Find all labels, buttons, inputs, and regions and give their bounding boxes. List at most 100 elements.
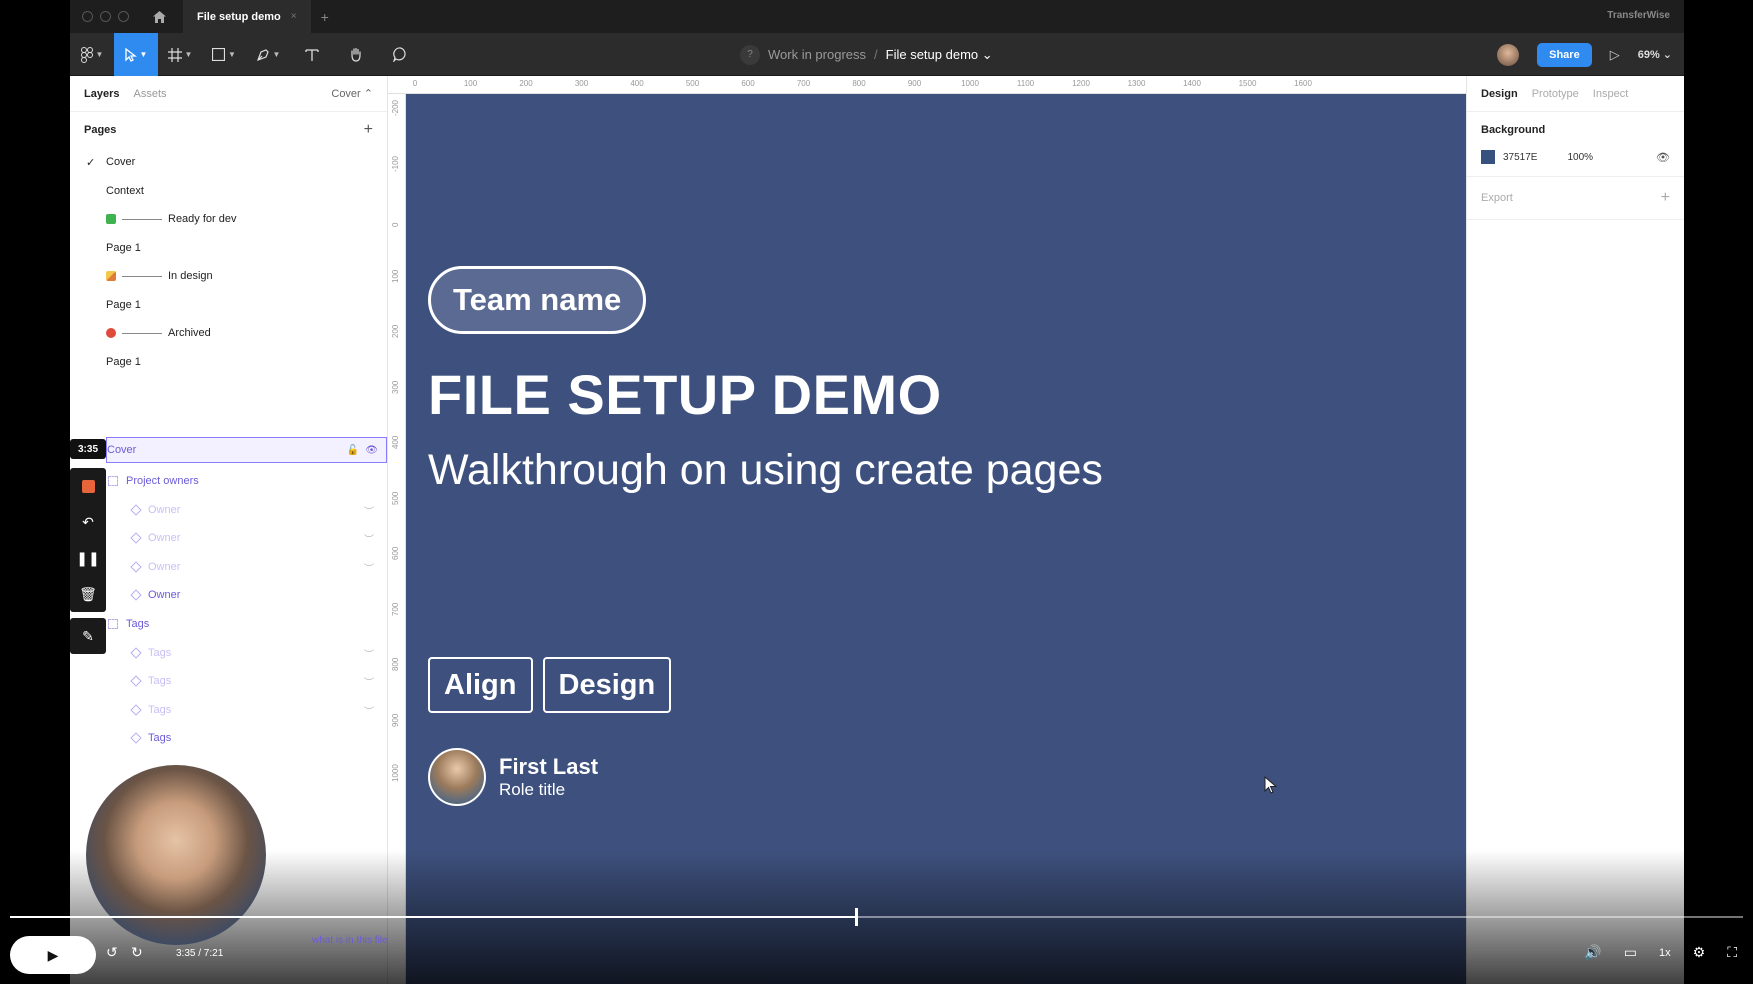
- user-avatar[interactable]: [1497, 43, 1520, 66]
- tag-design[interactable]: Design: [542, 657, 672, 713]
- fullscreen-icon[interactable]: ⛶: [1727, 944, 1737, 961]
- stop-recording-button[interactable]: [70, 468, 106, 504]
- layer-label: Owner: [148, 532, 181, 544]
- layer-item-tags[interactable]: Tags ︶: [70, 639, 388, 667]
- move-tool-button[interactable]: ▼: [114, 33, 158, 76]
- page-selector[interactable]: Cover ⌃: [331, 87, 373, 100]
- main-menu-button[interactable]: ▼: [70, 33, 114, 76]
- present-play-icon[interactable]: ▷: [1610, 47, 1620, 63]
- project-avatar: ?: [740, 44, 760, 65]
- presenter-webcam-bubble[interactable]: [86, 765, 266, 945]
- lock-icon[interactable]: 🔓: [347, 445, 359, 456]
- layer-item-tags[interactable]: Tags: [70, 610, 388, 638]
- video-progress-bar[interactable]: [10, 908, 1743, 926]
- page-item-archived[interactable]: Archived: [70, 319, 387, 348]
- page-item-in-design[interactable]: In design: [70, 262, 387, 291]
- share-button[interactable]: Share: [1537, 42, 1592, 67]
- add-page-icon[interactable]: +: [364, 121, 373, 139]
- ruler-tick-label: 900: [907, 79, 922, 88]
- page-label: Ready for dev: [168, 213, 237, 226]
- video-play-button[interactable]: ▶: [10, 936, 96, 974]
- design-canvas[interactable]: 0 100 200 300 400 500 600 700 800 900 1000 1100 1200…: [388, 76, 1466, 984]
- tab-design[interactable]: Design: [1481, 88, 1518, 100]
- home-icon[interactable]: [151, 9, 167, 25]
- cover-title[interactable]: FILE SETUP DEMO: [428, 362, 942, 427]
- rectangle-icon: [212, 48, 226, 61]
- page-item-page-1[interactable]: Page 1: [70, 348, 387, 377]
- close-tab-icon[interactable]: ×: [291, 11, 297, 22]
- instance-icon: [130, 532, 142, 544]
- mouse-cursor-icon: [1264, 775, 1278, 799]
- page-item-context[interactable]: Context: [70, 177, 387, 206]
- hidden-eye-icon[interactable]: ︶: [364, 646, 374, 661]
- hidden-eye-icon[interactable]: ︶: [364, 503, 374, 518]
- rewind-icon[interactable]: ↺: [106, 944, 118, 961]
- minimize-window-icon[interactable]: [100, 11, 111, 22]
- layer-item-owner[interactable]: Owner ︶: [70, 553, 388, 581]
- background-hex-input[interactable]: 37517E: [1503, 152, 1537, 163]
- eye-icon[interactable]: 👁: [365, 445, 378, 456]
- tag-align[interactable]: Align: [428, 657, 533, 713]
- breadcrumb-file-name[interactable]: File setup demo ⌄: [886, 47, 993, 63]
- page-item-cover[interactable]: ✓ Cover: [70, 148, 387, 177]
- layer-item-owner[interactable]: Owner ︶: [70, 496, 388, 524]
- hand-tool-button[interactable]: [334, 33, 378, 76]
- tab-layers[interactable]: Layers: [84, 88, 119, 100]
- layer-item-project-owners[interactable]: Project owners: [70, 467, 388, 495]
- layer-item-tags[interactable]: Tags ︶: [70, 696, 388, 724]
- hidden-eye-icon[interactable]: ︶: [364, 674, 374, 689]
- zoom-dropdown[interactable]: 69% ⌄: [1638, 48, 1672, 61]
- hidden-eye-icon[interactable]: ︶: [364, 531, 374, 546]
- layer-item-tags[interactable]: Tags: [70, 724, 388, 752]
- layer-item-tags[interactable]: Tags ︶: [70, 667, 388, 695]
- background-opacity-input[interactable]: 100%: [1567, 152, 1593, 163]
- layer-item-owner[interactable]: Owner: [70, 581, 388, 609]
- vertical-ruler: -200 -100 0 100 200 300 400 500 600 700 800 900 1000: [388, 94, 406, 984]
- tab-assets[interactable]: Assets: [133, 88, 166, 100]
- breadcrumb-project[interactable]: Work in progress: [768, 47, 866, 62]
- delete-recording-button[interactable]: 🗑: [70, 576, 106, 612]
- page-label: In design: [168, 270, 213, 283]
- instance-icon: [130, 732, 142, 744]
- tab-inspect[interactable]: Inspect: [1593, 88, 1628, 100]
- cover-frame[interactable]: Team name FILE SETUP DEMO Walkthrough on…: [406, 94, 1466, 984]
- maximize-window-icon[interactable]: [118, 11, 129, 22]
- eye-icon[interactable]: 👁: [1656, 151, 1670, 164]
- tab-prototype[interactable]: Prototype: [1532, 88, 1579, 100]
- instance-icon: [130, 647, 142, 659]
- undo-recording-button[interactable]: ↶: [70, 504, 106, 540]
- project-owner-card[interactable]: First Last Role title: [428, 748, 598, 806]
- page-item-page-1[interactable]: Page 1: [70, 234, 387, 263]
- volume-icon[interactable]: 🔊: [1584, 944, 1601, 961]
- instance-icon: [130, 589, 142, 601]
- layer-item-owner[interactable]: Owner ︶: [70, 524, 388, 552]
- forward-icon[interactable]: ↻: [131, 944, 143, 961]
- page-item-page-1[interactable]: Page 1: [70, 291, 387, 320]
- window-controls: [82, 11, 129, 22]
- shape-tool-button[interactable]: ▼: [202, 33, 246, 76]
- page-label: Page 1: [106, 241, 141, 254]
- background-color-swatch[interactable]: [1481, 150, 1495, 164]
- team-name-pill[interactable]: Team name: [428, 266, 647, 334]
- pause-recording-button[interactable]: ❚❚: [70, 540, 106, 576]
- properties-panel: Design Prototype Inspect Background 3751…: [1466, 76, 1684, 984]
- page-item-ready-for-dev[interactable]: Ready for dev: [70, 205, 387, 234]
- hidden-eye-icon[interactable]: ︶: [364, 560, 374, 575]
- new-tab-button[interactable]: +: [321, 9, 329, 25]
- comment-tool-button[interactable]: [378, 33, 422, 76]
- close-window-icon[interactable]: [82, 11, 93, 22]
- file-tab[interactable]: File setup demo ×: [183, 0, 311, 33]
- draw-annotation-button[interactable]: ✎: [70, 618, 106, 654]
- video-progress-scrubber[interactable]: [854, 908, 858, 926]
- frame-tool-button[interactable]: ▼: [158, 33, 202, 76]
- pen-tool-button[interactable]: ▼: [246, 33, 290, 76]
- text-tool-button[interactable]: [290, 33, 334, 76]
- layer-item-cover-selected[interactable]: Cover 🔓 👁: [106, 437, 387, 463]
- layer-label: Tags: [148, 675, 172, 687]
- hidden-eye-icon[interactable]: ︶: [364, 703, 374, 718]
- captions-icon[interactable]: ▭: [1624, 944, 1637, 961]
- add-export-icon[interactable]: +: [1661, 189, 1670, 207]
- cover-subtitle[interactable]: Walkthrough on using create pages: [428, 446, 1103, 495]
- playback-speed-button[interactable]: 1x: [1659, 947, 1671, 959]
- settings-gear-icon[interactable]: ⚙: [1693, 944, 1706, 961]
